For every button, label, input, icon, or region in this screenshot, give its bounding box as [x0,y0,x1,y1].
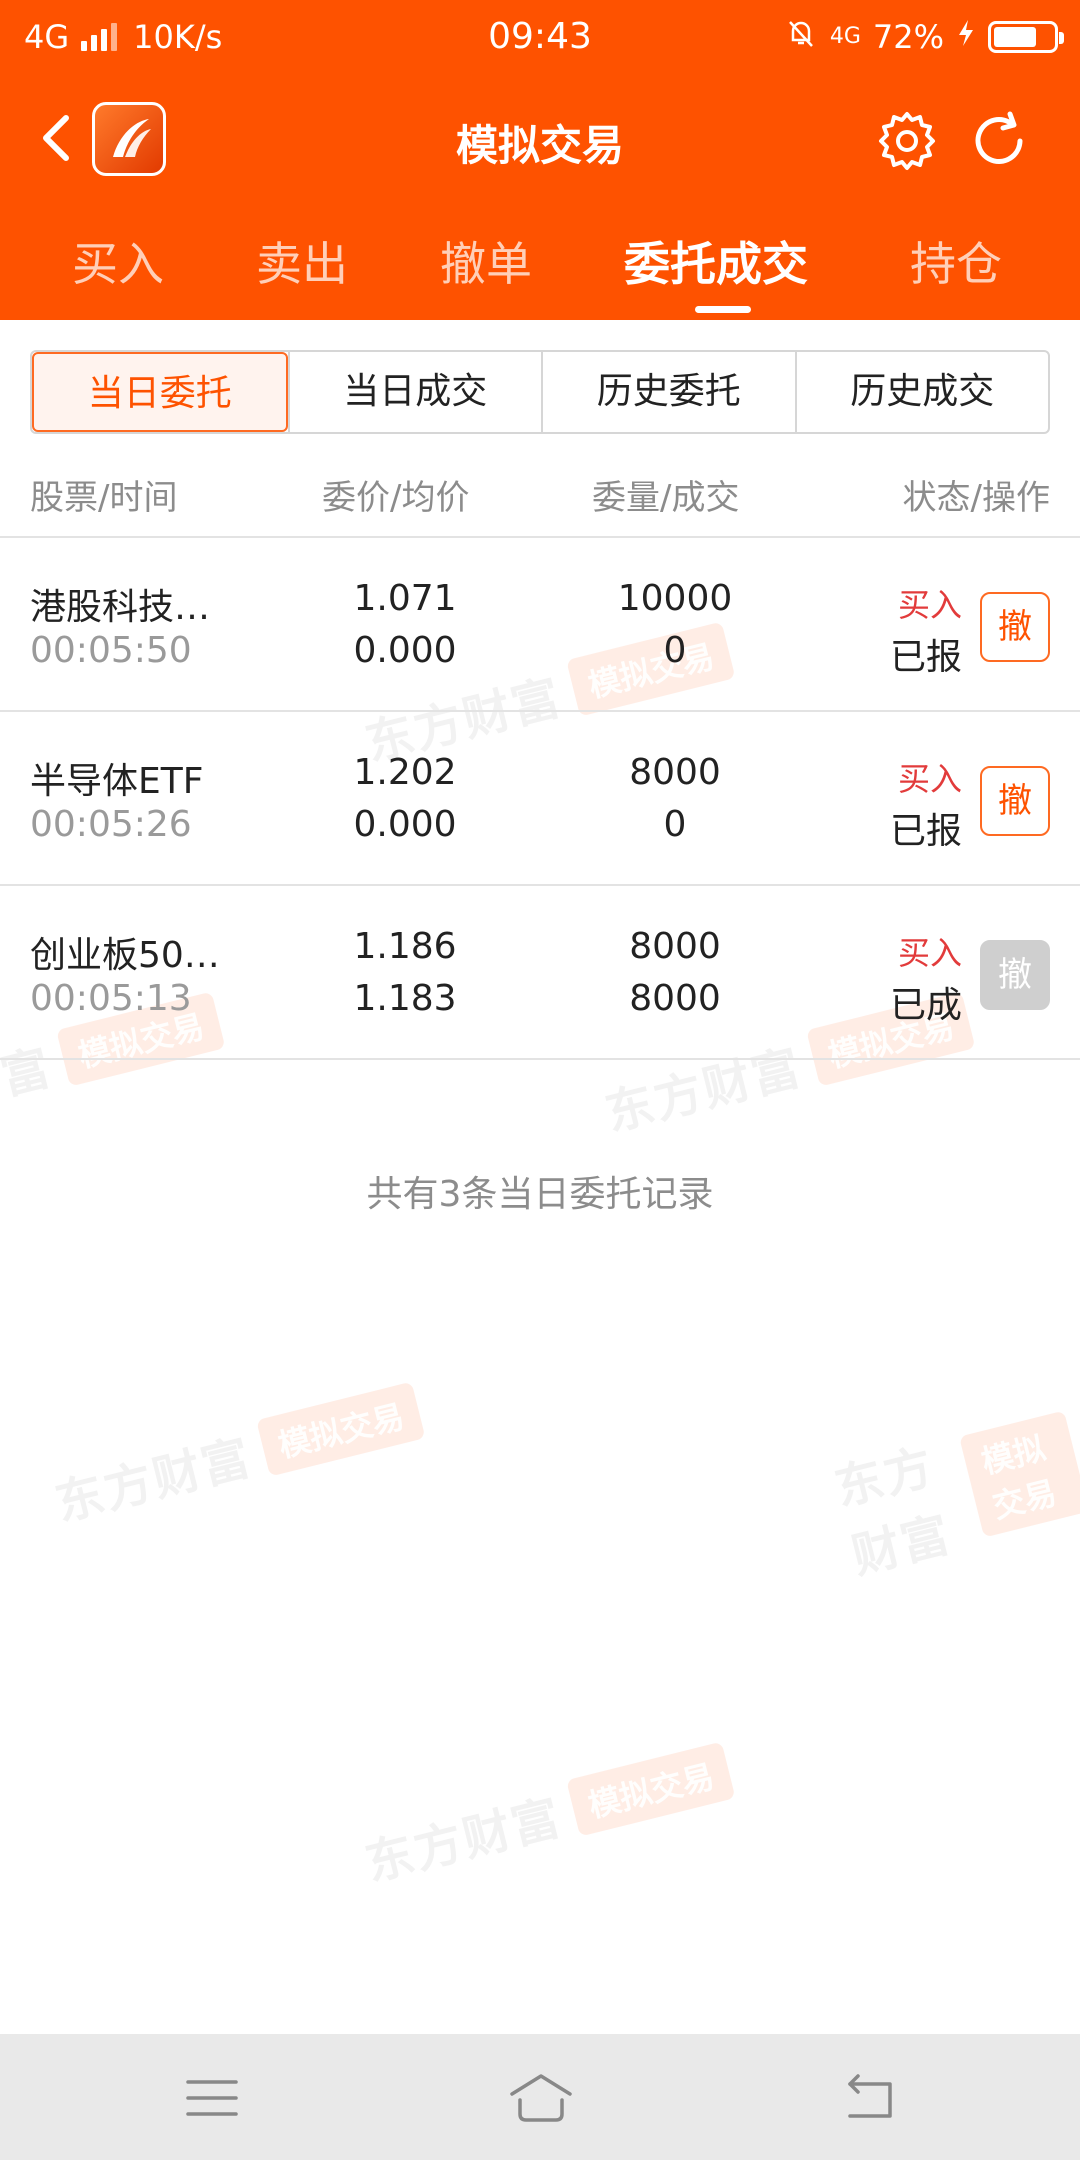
mute-bell-icon [784,16,818,58]
order-quantity: 8000 [629,752,721,793]
watermark: 东方财富 模拟交易 [47,1376,427,1534]
table-row[interactable]: 港股科技… 00:05:50 1.071 0.000 10000 0 买入 已报… [0,538,1080,712]
battery-percent: 72% [872,18,944,56]
average-price: 0.000 [353,630,457,671]
trade-tabs: 买入 卖出 撤单 委托成交 持仓 [0,218,1080,318]
home-icon [510,2074,572,2122]
order-status: 已报 [889,637,962,678]
column-header-stock-time: 股票/时间 [30,478,178,518]
refresh-button[interactable] [966,108,1032,174]
tab-cancel[interactable]: 撤单 [440,228,532,294]
app-header: 4G 10K/s 09:43 4G 72% 模拟交易 买入 卖出 撤单 委托成交… [0,0,1080,320]
order-direction: 买入 [897,934,962,972]
home-button[interactable] [506,2070,576,2126]
menu-button[interactable] [182,2070,242,2126]
status-bar: 4G 10K/s 09:43 4G 72% [0,0,1080,74]
tab-orders-trades[interactable]: 委托成交 [624,228,808,294]
order-time: 00:05:26 [30,804,192,845]
column-header-price: 委价/均价 [322,478,470,518]
segment-history-trades[interactable]: 历史成交 [794,352,1049,432]
system-navigation-bar [0,2034,1080,2160]
stock-name: 创业板50… [30,935,220,976]
tab-buy[interactable]: 买入 [72,228,164,294]
filled-quantity: 8000 [629,978,721,1019]
order-time: 00:05:50 [30,630,192,671]
active-tab-indicator [695,306,751,313]
records-summary: 共有3条当日委托记录 [366,1174,714,1215]
order-price: 1.202 [353,752,457,793]
watermark: 东方财富 模拟交易 [827,1393,1080,1587]
cancel-order-button[interactable]: 撤 [980,766,1050,836]
network-type-right: 4G [829,24,861,49]
order-direction: 买入 [897,586,962,624]
table-row[interactable]: 创业板50… 00:05:13 1.186 1.183 8000 8000 买入… [0,886,1080,1060]
stock-name: 港股科技… [30,587,211,628]
segment-today-trades[interactable]: 当日成交 [287,352,542,432]
nav-bar: 模拟交易 [0,90,1080,186]
order-status: 已成 [889,985,962,1026]
order-price: 1.186 [353,926,457,967]
order-status: 已报 [889,811,962,852]
segment-today-orders[interactable]: 当日委托 [32,352,288,432]
order-quantity: 8000 [629,926,721,967]
order-time: 00:05:13 [30,978,192,1019]
order-quantity: 10000 [617,578,733,619]
cancel-order-button-disabled: 撤 [980,940,1050,1010]
stock-name: 半导体ETF [30,761,204,802]
filled-quantity: 0 [663,804,687,845]
average-price: 0.000 [353,804,457,845]
battery-icon [988,21,1064,53]
back-icon [848,2074,892,2118]
charging-icon [956,18,976,56]
column-header-status: 状态/操作 [902,478,1050,518]
refresh-icon [975,111,1023,164]
order-direction: 买入 [897,760,962,798]
settings-button[interactable] [874,108,940,174]
status-right: 4G 72% [784,16,1064,58]
order-price: 1.071 [353,578,457,619]
tab-sell[interactable]: 卖出 [256,228,348,294]
menu-icon [186,2080,238,2116]
segment-history-orders[interactable]: 历史委托 [541,352,795,432]
filled-quantity: 0 [663,630,687,671]
battery-fill [994,27,1036,47]
gear-icon [879,112,935,170]
tab-positions[interactable]: 持仓 [910,228,1002,294]
back-nav-button[interactable] [840,2070,900,2126]
segment-control: 当日委托 当日成交 历史委托 历史成交 [30,350,1050,434]
cancel-order-button[interactable]: 撤 [980,592,1050,662]
watermark: 东方财富 模拟交易 [357,1736,737,1894]
column-header-qty: 委量/成交 [592,478,740,518]
table-row[interactable]: 半导体ETF 00:05:26 1.202 0.000 8000 0 买入 已报… [0,712,1080,886]
average-price: 1.183 [353,978,457,1019]
table-header: 股票/时间 委价/均价 委量/成交 状态/操作 [0,450,1080,538]
